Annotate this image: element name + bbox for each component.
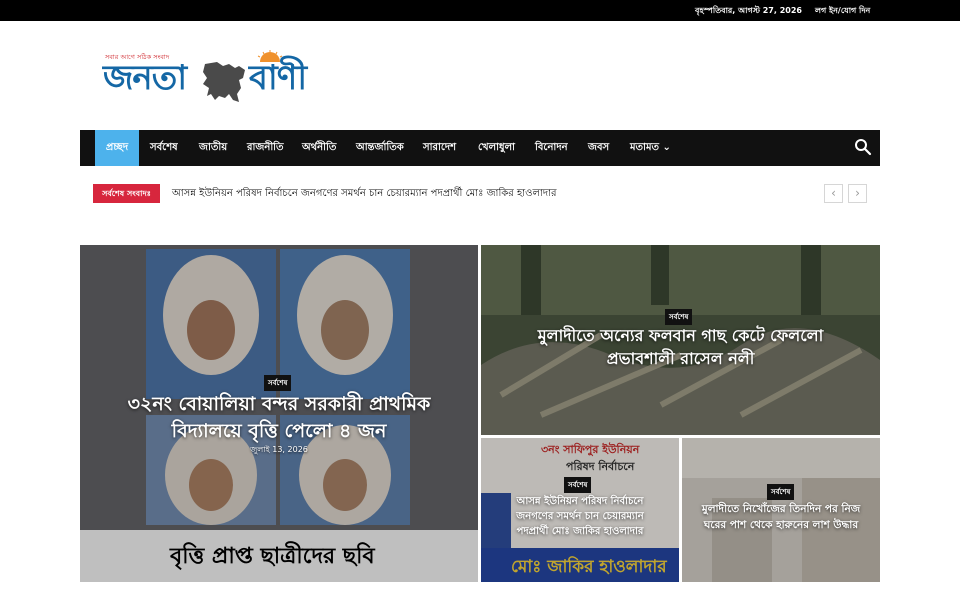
- breaking-news-headline[interactable]: আসন্ন ইউনিয়ন পরিষদ নির্বাচনে জনগণের সমর…: [172, 184, 557, 203]
- current-date: বৃহস্পতিবার, আগস্ট 27, 2026: [695, 6, 802, 15]
- nav-item-international[interactable]: আন্তর্জাতিক: [356, 130, 404, 166]
- nav-item-latest[interactable]: সর্বশেষ: [150, 130, 178, 166]
- login-link[interactable]: লগ ইন/যোগ দিন: [815, 5, 870, 18]
- nav-item-national[interactable]: জাতীয়: [199, 130, 227, 166]
- post-title[interactable]: মুলাদীতে অন্যের ফলবান গাছ কেটে ফেললো প্র…: [481, 324, 880, 370]
- nav-item-jobs[interactable]: জবস: [588, 130, 609, 166]
- ticker-prev-button[interactable]: ‹: [824, 184, 843, 203]
- category-badge[interactable]: সর্বশেষ: [564, 477, 592, 493]
- post-title[interactable]: ৩২নং বোয়ালিয়া বন্দর সরকারী প্রাথমিক বি…: [80, 391, 478, 445]
- nav-item-economy[interactable]: অর্থনীতি: [302, 130, 336, 166]
- post-title-line-2: বিদ্যালয়ে বৃত্তি পেলো ৪ জন: [171, 420, 387, 442]
- nav-item-entertainment[interactable]: বিনোদন: [535, 130, 568, 166]
- nav-item-sports[interactable]: খেলাধুলা: [478, 130, 515, 166]
- logo-word-janata: জনতা: [103, 58, 187, 98]
- feature-post-right-top[interactable]: সর্বশেষ মুলাদীতে অন্যের ফলবান গাছ কেটে ফ…: [481, 245, 880, 435]
- category-badge[interactable]: সর্বশেষ: [767, 484, 795, 500]
- breaking-news-label: সর্বশেষ সংবাদঃ: [93, 184, 160, 203]
- post-title[interactable]: আসন্ন ইউনিয়ন পরিষদ নির্বাচনে জনগণের সমর…: [483, 494, 677, 539]
- nav-item-country[interactable]: সারাদেশ: [423, 130, 456, 166]
- post-title[interactable]: মুলাদীতে নিখোঁজের তিনদিন পর নিজ ঘরের পাশ…: [684, 501, 878, 533]
- feature-post-bottom-left[interactable]: ৩নং সাফিপুর ইউনিয়ন পরিষদ নির্বাচনে মোঃ …: [481, 438, 679, 582]
- search-icon[interactable]: [854, 138, 872, 156]
- post-title-line-2: ঘরের পাশ থেকে হারুনের লাশ উদ্ধার: [703, 519, 859, 531]
- site-logo[interactable]: সবার আগে সঠিক সংবাদ জনতা বাণী: [103, 50, 313, 104]
- nav-item-opinion[interactable]: মতামত ⌄: [630, 130, 671, 166]
- feature-post-bottom-right[interactable]: সর্বশেষ মুলাদীতে নিখোঁজের তিনদিন পর নিজ …: [682, 438, 880, 582]
- post-title-line-1: ৩২নং বোয়ালিয়া বন্দর সরকারী প্রাথমিক: [127, 393, 431, 415]
- post-title-line-3: পদপ্রার্থী মোঃ জাকির হাওলাদার: [516, 526, 644, 537]
- post-title-line-2: জনগণের সমর্থন চান চেয়ারম্যান: [516, 511, 644, 522]
- logo-word-bani: বাণী: [249, 58, 307, 98]
- post-title-line-1: আসন্ন ইউনিয়ন পরিষদ নির্বাচনে: [516, 496, 644, 507]
- nav-item-home[interactable]: প্রচ্ছদ: [95, 130, 139, 166]
- top-bar: বৃহস্পতিবার, আগস্ট 27, 2026 লগ ইন/যোগ দি…: [0, 0, 960, 21]
- post-date: জুলাই 13, 2026: [250, 445, 308, 454]
- bangladesh-map-icon: [203, 62, 245, 102]
- category-badge[interactable]: সর্বশেষ: [665, 309, 693, 325]
- ticker-next-button[interactable]: ›: [848, 184, 867, 203]
- post-title-line-1: মুলাদীতে অন্যের ফলবান গাছ কেটে ফেললো: [537, 326, 824, 345]
- main-navigation: প্রচ্ছদ সর্বশেষ জাতীয় রাজনীতি অর্থনীতি …: [80, 130, 880, 166]
- post-title-line-2: প্রভাবশালী রাসেল নলী: [606, 349, 755, 368]
- nav-item-politics[interactable]: রাজনীতি: [247, 130, 284, 166]
- feature-post-main[interactable]: বৃত্তি প্রাপ্ত ছাত্রীদের ছবি সর্বশেষ ৩২ন…: [80, 245, 478, 582]
- category-badge[interactable]: সর্বশেষ: [264, 375, 292, 391]
- photo-caption: বৃত্তি প্রাপ্ত ছাত্রীদের ছবি: [170, 544, 375, 569]
- post-title-line-1: মুলাদীতে নিখোঁজের তিনদিন পর নিজ: [701, 503, 861, 515]
